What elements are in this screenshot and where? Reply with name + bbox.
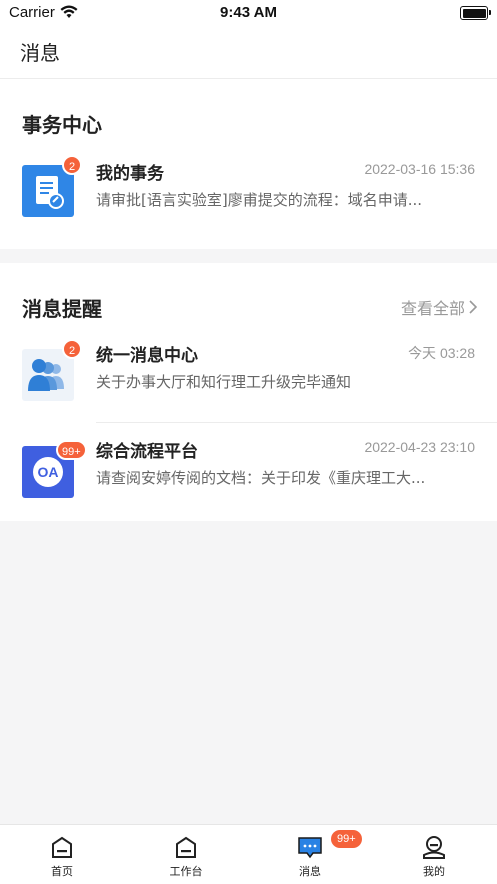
item-time: 今天 03:28 <box>408 345 475 361</box>
list-item-oa-platform[interactable]: OA 99+ 综合流程平台 2022-04-23 23:10 请查阅安婷传阅的文… <box>0 439 497 536</box>
tab-label: 首页 <box>51 865 73 878</box>
divider <box>96 422 497 423</box>
item-time: 2022-03-16 15:36 <box>364 161 475 177</box>
battery-icon <box>460 6 491 20</box>
nav-bar: 消息 <box>0 26 497 79</box>
message-icon <box>298 837 322 859</box>
status-bar: Carrier 9:43 AM <box>0 0 497 26</box>
item-time: 2022-04-23 23:10 <box>364 439 475 455</box>
item-name: 综合流程平台 <box>96 442 198 462</box>
unread-badge: 99+ <box>56 440 87 460</box>
page-title: 消息 <box>20 41 60 65</box>
list-item-unified-message[interactable]: 2 统一消息中心 今天 03:28 关于办事大厅和知行理工升级完毕通知 <box>0 339 497 439</box>
item-preview: 请查阅安婷传阅的文档：关于印发《重庆理工大... <box>96 469 426 487</box>
view-all-link[interactable]: 查看全部 <box>401 295 477 319</box>
clock: 9:43 AM <box>220 4 277 21</box>
tab-label: 消息 <box>299 865 321 878</box>
tab-bar: 首页 工作台 消息 我的 99+ <box>0 824 497 884</box>
view-all-label: 查看全部 <box>400 299 465 318</box>
section-title-notify: 消息提醒 <box>22 297 102 321</box>
tab-home[interactable]: 首页 <box>0 825 124 884</box>
svg-text:OA: OA <box>38 464 59 480</box>
section-title-affairs: 事务中心 <box>22 113 102 137</box>
unread-badge: 2 <box>62 339 82 359</box>
affairs-section: 事务中心 2 我的事务 2022-03-16 15:36 请审批[语言实验室]廖… <box>0 79 497 249</box>
item-name: 我的事务 <box>96 164 164 184</box>
item-preview: 请审批[语言实验室]廖甫提交的流程：域名申请... <box>96 191 423 209</box>
item-preview: 关于办事大厅和知行理工升级完毕通知 <box>96 373 352 391</box>
tab-label: 我的 <box>423 865 445 878</box>
tab-profile[interactable]: 我的 <box>372 825 496 884</box>
tab-label: 工作台 <box>169 865 203 878</box>
tab-workbench[interactable]: 工作台 <box>124 825 248 884</box>
messages-badge: 99+ <box>331 830 362 848</box>
profile-icon <box>423 836 445 859</box>
workbench-icon <box>176 836 196 858</box>
home-icon <box>52 836 72 858</box>
notifications-section: 消息提醒 查看全部 2 统一消息中心 今天 03:28 关于办事大厅和知行理工升… <box>0 263 497 521</box>
unread-badge: 2 <box>62 155 82 175</box>
list-item-my-affairs[interactable]: 2 我的事务 2022-03-16 15:36 请审批[语言实验室]廖甫提交的流… <box>0 155 497 255</box>
chevron-right-icon <box>469 300 477 314</box>
item-name: 统一消息中心 <box>96 346 198 366</box>
